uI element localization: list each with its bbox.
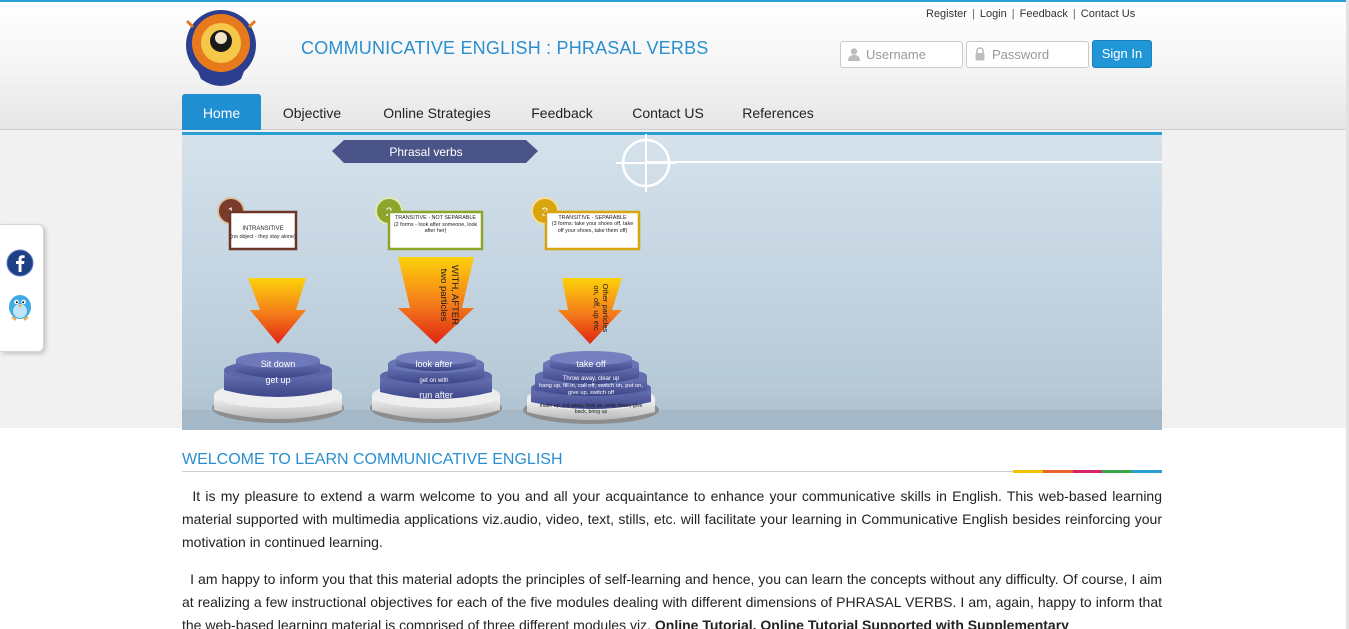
social-sidebar [0,224,44,352]
nav-home[interactable]: Home [182,94,261,130]
banner-top-accent [182,132,1162,135]
link-separator: | [1011,8,1015,20]
arrow-text: Other particles on, off, up etc [592,283,610,333]
arrow-text-holder: WITH, AFTER two particles [438,264,460,326]
username-placeholder: Username [866,47,926,62]
twitter-bird-icon[interactable] [6,291,34,323]
color-swatch [1102,470,1133,473]
stack-label: get on with [419,378,448,384]
user-icon [848,48,860,61]
second-paragraph: I am happy to inform you that this mater… [182,568,1162,629]
nav-objective[interactable]: Objective [274,94,350,130]
stack-label: make up, put away, look up, write down, … [539,403,643,416]
color-swatch [1072,470,1103,473]
sign-in-button[interactable]: Sign In [1092,40,1152,68]
info-box-title: TRANSITIVE - NOT SEPARABLE [395,215,476,221]
nav-feedback[interactable]: Feedback [525,94,599,130]
arrow-text: WITH, AFTER two particles [438,264,460,326]
stack-label: Throw away, clear up [563,376,620,382]
banner-heading: Phrasal verbs [389,145,462,159]
nav-contact-us[interactable]: Contact US [626,94,710,130]
stack-label: run after [419,390,453,400]
password-placeholder: Password [992,47,1050,62]
password-input[interactable]: Password [966,41,1089,68]
feedback-link[interactable]: Feedback [1020,8,1068,20]
info-box-content: TRANSITIVE - NOT SEPARABLE (2 forms - lo… [393,215,478,235]
stack-label: get up [265,375,290,385]
color-swatch [1132,470,1162,473]
color-strip [1013,470,1162,473]
link-separator: | [1072,8,1076,20]
login-link[interactable]: Login [980,8,1007,20]
top-links: Register | Login | Feedback | Contact Us [926,8,1135,20]
stack-label: Sit down [261,359,296,369]
info-box-text: (2 forms - look after someone, look afte… [393,221,478,235]
nav-references[interactable]: References [735,94,821,130]
info-box-text: (3 forms: take your shoes off, take off … [551,221,634,234]
link-separator: | [971,8,975,20]
info-box-title: INTRANSITIVE [242,226,283,232]
facebook-icon[interactable] [6,249,34,277]
module-names: Online Tutorial, Online Tutorial Support… [654,617,1069,629]
username-input[interactable]: Username [840,41,963,68]
info-box-text: (no object - they stay alone) [230,234,296,240]
register-link[interactable]: Register [926,8,967,20]
phrasal-verbs-banner: Phrasal verbs 1 INTRANSITIVE (no object … [182,132,1162,430]
intro-paragraph-text: It is my pleasure to extend a warm welco… [182,488,1163,550]
color-swatch [1013,470,1043,473]
stack-label-holder: make up, put away, look up, write down, … [539,403,643,416]
stack-label: take off [576,359,606,369]
info-box-content: TRANSITIVE - SEPARABLE (3 forms: take yo… [551,215,634,234]
lock-icon [975,47,985,61]
site-title: COMMUNICATIVE ENGLISH : PHRASAL VERBS [301,38,709,58]
stack-label-holder: hang up, fill in, call off, switch on, p… [539,383,643,396]
contact-us-link[interactable]: Contact Us [1081,8,1135,20]
stack-label: look after [415,359,452,369]
stack-label: hang up, fill in, call off, switch on, p… [539,383,643,396]
nav-online-strategies[interactable]: Online Strategies [377,94,497,130]
welcome-heading: WELCOME TO LEARN COMMUNICATIVE ENGLISH [182,451,563,468]
intro-paragraph: It is my pleasure to extend a warm welco… [182,485,1162,554]
university-logo[interactable] [183,7,259,89]
color-swatch [1042,470,1073,473]
arrow-text-holder: Other particles on, off, up etc [592,283,610,333]
